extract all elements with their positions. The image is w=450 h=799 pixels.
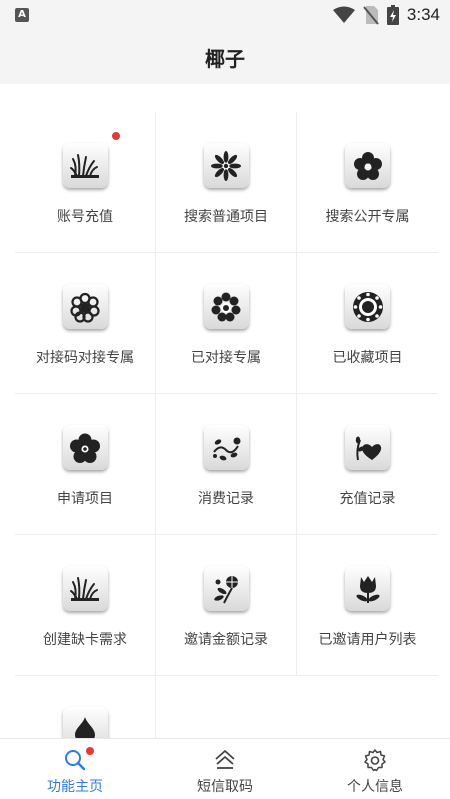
grid-item-recharge-records[interactable]: 充值记录 bbox=[297, 394, 438, 535]
grid-item-label: 账号充值 bbox=[57, 209, 113, 225]
grid-item-label: 创建缺卡需求 bbox=[43, 632, 127, 648]
grid-item-label: 搜索普通项目 bbox=[184, 209, 268, 225]
search-icon bbox=[65, 750, 86, 771]
dahlia-icon bbox=[211, 292, 241, 321]
nav-tab-profile[interactable]: 个人信息 bbox=[300, 739, 450, 799]
grid-item-spending-records[interactable]: 消费记录 bbox=[156, 394, 297, 535]
vine-icon bbox=[213, 437, 241, 460]
grid-item-label: 充值记录 bbox=[339, 491, 396, 507]
battery-icon bbox=[386, 5, 399, 25]
daisy-icon bbox=[211, 150, 241, 181]
flower-icon bbox=[353, 151, 382, 180]
no-sim-icon bbox=[363, 6, 379, 25]
notification-badge bbox=[86, 747, 94, 755]
page-title: 椰子 bbox=[205, 46, 245, 71]
nav-tab-home[interactable]: 功能主页 bbox=[0, 739, 150, 799]
grid-item-docked-exclusive[interactable]: 已对接专属 bbox=[156, 253, 297, 394]
grid-item-favorites[interactable]: 已收藏项目 bbox=[297, 253, 438, 394]
chrysanthemum-icon bbox=[70, 292, 100, 323]
spade-leaf-icon bbox=[75, 716, 95, 738]
heart-plant-icon bbox=[355, 436, 381, 460]
grid-item-code-dock[interactable]: 对接码对接专属 bbox=[15, 253, 156, 394]
sunflower-icon bbox=[352, 291, 383, 322]
gear-icon bbox=[364, 749, 386, 772]
grid-item-create-card-request[interactable]: 创建缺卡需求 bbox=[15, 535, 156, 676]
thistle-icon bbox=[214, 575, 238, 603]
grid-item-label: 申请项目 bbox=[57, 491, 113, 507]
grid-item-label: 邀请金额记录 bbox=[184, 632, 268, 648]
nav-tab-sms[interactable]: 短信取码 bbox=[150, 739, 300, 799]
status-indicators: 3:34 bbox=[332, 4, 440, 26]
notification-icon: A bbox=[15, 8, 29, 22]
flower-icon bbox=[70, 433, 100, 463]
function-grid: 账号充值 搜索普通项目 搜索公开专属 对接码对接专属 已对接专属 已收藏项目 申… bbox=[15, 112, 438, 738]
grid-item-invited-users[interactable]: 已邀请用户列表 bbox=[297, 535, 438, 676]
grid-item-more[interactable] bbox=[15, 676, 156, 738]
nav-tab-label: 个人信息 bbox=[347, 779, 403, 795]
grid-item-label: 对接码对接专属 bbox=[36, 350, 134, 366]
grid-item-label: 已收藏项目 bbox=[332, 350, 403, 366]
nav-tab-label: 功能主页 bbox=[47, 779, 103, 795]
nav-tab-label: 短信取码 bbox=[197, 779, 253, 795]
grid-item-label: 已邀请用户列表 bbox=[318, 632, 417, 648]
grid-item-search-public[interactable]: 搜索公开专属 bbox=[297, 112, 438, 253]
wifi-icon bbox=[332, 6, 355, 23]
app-header: 椰子 bbox=[0, 30, 450, 84]
grid-item-invite-amount-records[interactable]: 邀请金额记录 bbox=[156, 535, 297, 676]
home-icon bbox=[215, 750, 235, 769]
grid-item-account-recharge[interactable]: 账号充值 bbox=[15, 112, 156, 253]
tulip-icon bbox=[355, 575, 380, 603]
grass-icon bbox=[70, 576, 99, 601]
status-bar: A 3:34 bbox=[0, 0, 450, 30]
grid-item-label: 已对接专属 bbox=[191, 350, 261, 366]
notification-badge bbox=[112, 132, 120, 140]
bottom-nav: 功能主页 短信取码 个人信息 bbox=[0, 738, 450, 799]
grid-item-label: 搜索公开专属 bbox=[325, 209, 410, 225]
grid-item-search-normal[interactable]: 搜索普通项目 bbox=[156, 112, 297, 253]
grid-item-label: 消费记录 bbox=[198, 491, 254, 507]
grass-icon bbox=[70, 153, 99, 178]
clock: 3:34 bbox=[406, 5, 440, 24]
grid-item-apply-project[interactable]: 申请项目 bbox=[15, 394, 156, 535]
